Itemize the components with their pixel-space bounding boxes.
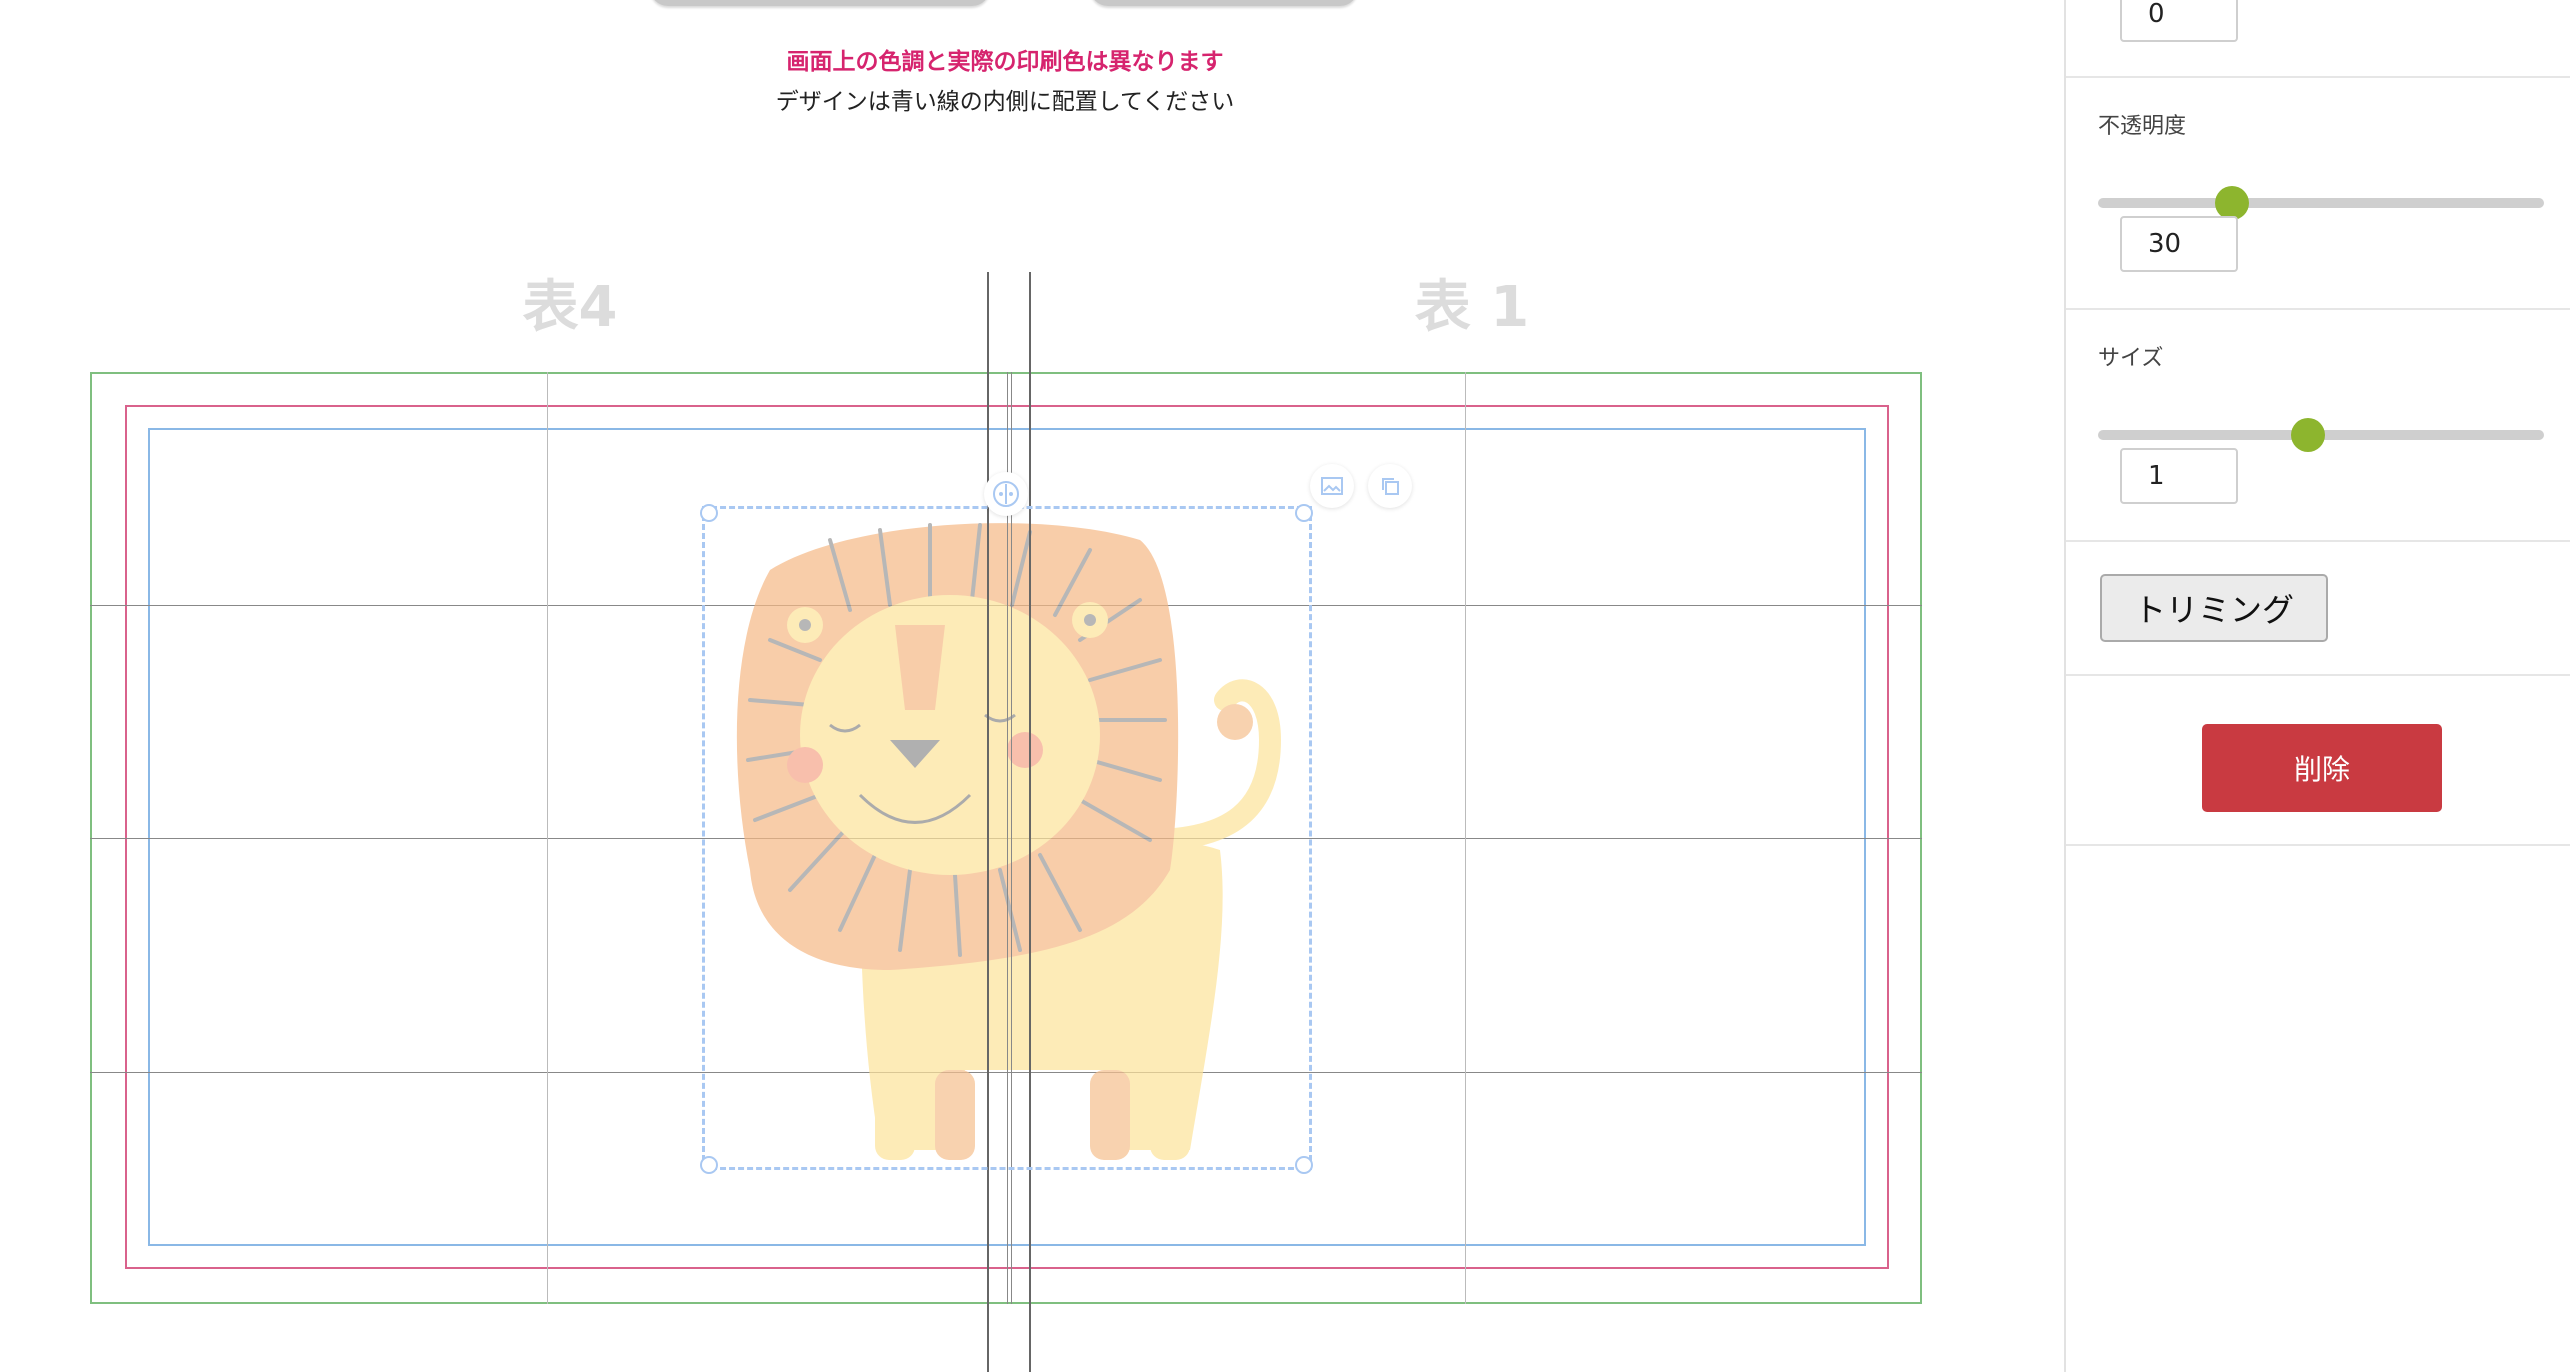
- back-cover-label: 表4: [522, 275, 618, 340]
- toolbar-button-right[interactable]: [1090, 0, 1358, 6]
- image-selection-box[interactable]: [702, 506, 1312, 1170]
- grid-line-vertical: [547, 372, 548, 1304]
- copy-icon[interactable]: [1368, 464, 1412, 508]
- panel-divider: [2066, 674, 2570, 676]
- opacity-input[interactable]: [2120, 216, 2238, 272]
- properties-panel: 不透明度 サイズ トリミング 削除: [2064, 0, 2570, 1372]
- canvas-area: 画面上の色調と実際の印刷色は異なります デザインは青い線の内側に配置してください…: [0, 0, 2064, 1372]
- delete-button[interactable]: 削除: [2202, 724, 2442, 812]
- size-slider[interactable]: [2098, 418, 2544, 452]
- resize-handle-bottom-right[interactable]: [1295, 1156, 1313, 1174]
- trim-button[interactable]: トリミング: [2100, 574, 2328, 642]
- previous-value-input[interactable]: [2120, 0, 2238, 42]
- color-warning-text: 画面上の色調と実際の印刷色は異なります: [786, 49, 1224, 75]
- toolbar-button-left[interactable]: [650, 0, 990, 6]
- opacity-slider[interactable]: [2098, 186, 2544, 220]
- panel-divider: [2066, 308, 2570, 310]
- size-slider-thumb[interactable]: [2290, 418, 2325, 452]
- grid-line-vertical: [1465, 372, 1466, 1304]
- image-icon[interactable]: [1310, 464, 1354, 508]
- placement-hint-text: デザインは青い線の内側に配置してください: [775, 89, 1235, 115]
- panel-divider: [2066, 844, 2570, 846]
- panel-divider: [2066, 540, 2570, 542]
- front-cover-label: 表 1: [1414, 275, 1530, 340]
- resize-handle-bottom-left[interactable]: [700, 1156, 718, 1174]
- move-icon[interactable]: [984, 472, 1028, 516]
- opacity-label: 不透明度: [2098, 114, 2187, 139]
- resize-handle-top-left[interactable]: [700, 504, 718, 522]
- opacity-slider-thumb[interactable]: [2214, 186, 2249, 220]
- resize-handle-top-right[interactable]: [1295, 504, 1313, 522]
- size-input[interactable]: [2120, 448, 2238, 504]
- size-label: サイズ: [2098, 346, 2164, 371]
- panel-divider: [2066, 76, 2570, 78]
